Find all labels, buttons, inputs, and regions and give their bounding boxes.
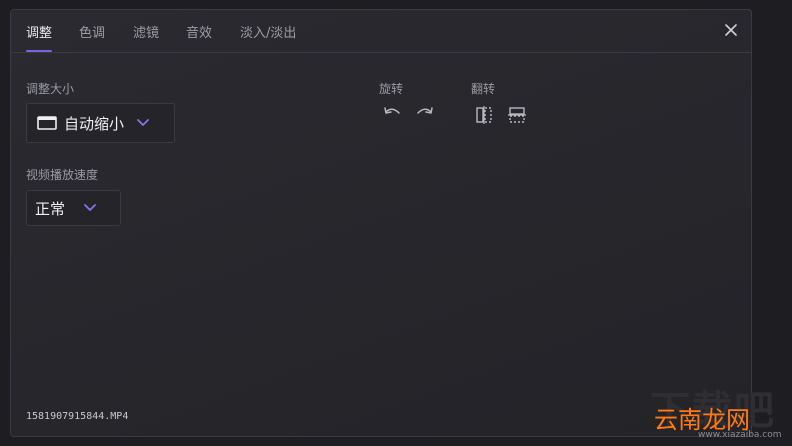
tab-filter[interactable]: 滤镜 bbox=[133, 22, 159, 41]
speed-label: 视频播放速度 bbox=[26, 168, 99, 182]
rotate-left-icon[interactable] bbox=[382, 104, 402, 124]
resize-value: 自动缩小 bbox=[64, 114, 125, 133]
resize-dropdown[interactable]: 自动缩小 bbox=[26, 103, 175, 143]
rotate-label: 旋转 bbox=[379, 82, 404, 96]
close-icon[interactable] bbox=[723, 22, 739, 38]
speed-value: 正常 bbox=[35, 199, 66, 218]
watermark-logo: 下载吧 云南龙网 www.xiazaiba.com bbox=[650, 378, 790, 444]
tab-bar: 调整 色调 滤镜 音效 淡入/淡出 bbox=[11, 10, 751, 53]
adjust-dialog: 调整 色调 滤镜 音效 淡入/淡出 调整大小 自动缩小 视频播放速度 正常 旋转 bbox=[10, 9, 752, 437]
rotate-right-icon[interactable] bbox=[415, 104, 435, 124]
tab-audio[interactable]: 音效 bbox=[186, 22, 212, 41]
tab-adjust[interactable]: 调整 bbox=[26, 22, 53, 52]
watermark-url: www.xiazaiba.com bbox=[698, 430, 782, 440]
chevron-down-icon bbox=[84, 204, 96, 211]
file-name: 1581907915844.MP4 bbox=[26, 411, 129, 422]
flip-horizontal-icon[interactable] bbox=[474, 105, 494, 125]
tab-fade[interactable]: 淡入/淡出 bbox=[240, 22, 296, 41]
resize-label: 调整大小 bbox=[26, 82, 75, 96]
flip-label: 翻转 bbox=[471, 82, 496, 96]
chevron-down-icon bbox=[137, 119, 149, 126]
speed-dropdown[interactable]: 正常 bbox=[26, 190, 121, 226]
flip-vertical-icon[interactable] bbox=[507, 105, 527, 125]
tab-color[interactable]: 色调 bbox=[79, 22, 105, 41]
screen-icon bbox=[37, 116, 57, 130]
